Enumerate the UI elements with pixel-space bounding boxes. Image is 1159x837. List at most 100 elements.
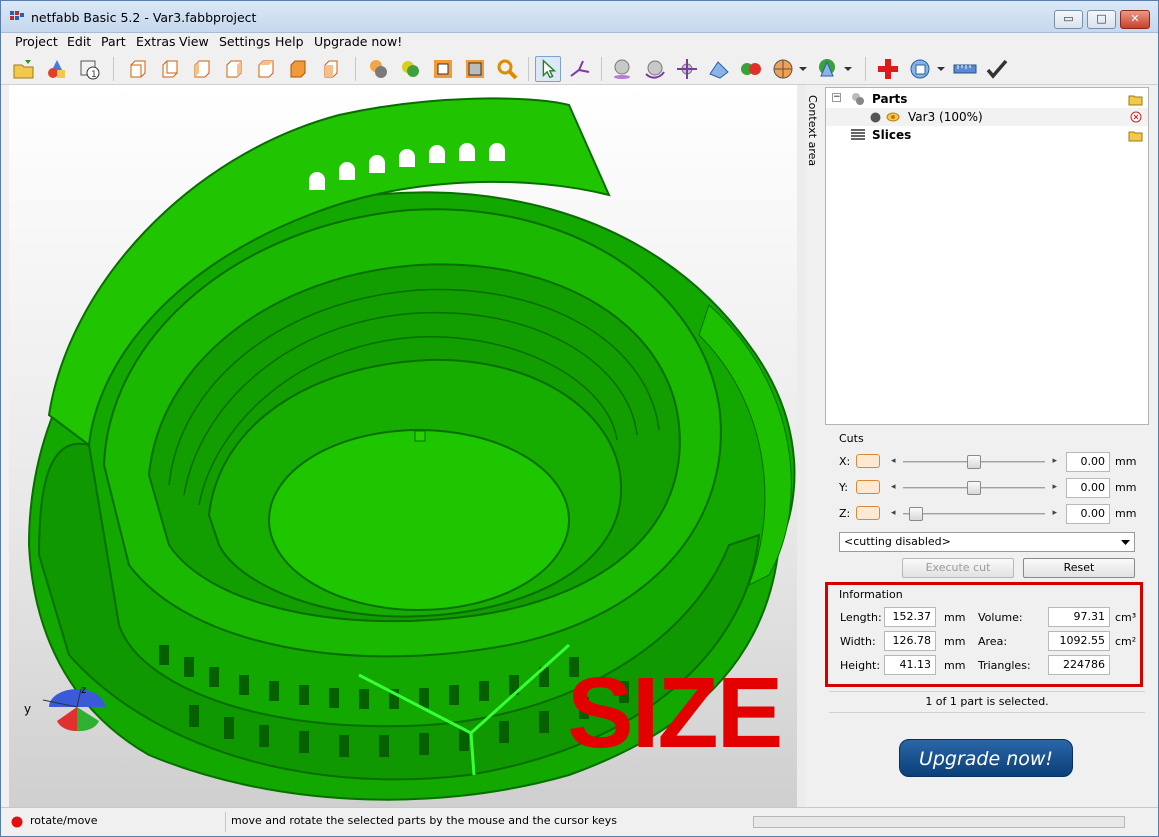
cuts-title: Cuts	[839, 432, 864, 445]
view-front-icon[interactable]	[125, 56, 151, 82]
panel-splitter[interactable]	[797, 85, 806, 807]
slider-right-arrow-icon[interactable]: ▸	[1052, 508, 1057, 518]
axis-y-label: y	[24, 702, 31, 716]
tree-item-part[interactable]: Var3 (100%)	[826, 108, 1148, 126]
ruler-icon[interactable]	[952, 56, 978, 82]
maximize-button[interactable]: □	[1087, 10, 1116, 29]
view-back-icon[interactable]	[157, 56, 183, 82]
view-right-icon[interactable]	[221, 56, 247, 82]
size-overlay-text: SIZE	[567, 657, 783, 769]
view-perspective-icon[interactable]	[317, 56, 343, 82]
shading-icon[interactable]	[366, 56, 392, 82]
merge-part-icon[interactable]	[738, 56, 764, 82]
visibility-eye-icon[interactable]	[886, 111, 900, 123]
status-bar: rotate/move move and rotate the selected…	[1, 807, 1158, 836]
selection-status: 1 of 1 part is selected.	[829, 691, 1145, 713]
menu-view[interactable]: View	[179, 34, 209, 49]
remove-part-icon[interactable]	[1130, 111, 1142, 123]
select-tool-icon[interactable]	[535, 56, 561, 82]
parts-tree: − Parts Var3 (100%) Slices	[825, 87, 1149, 425]
cut-x-slider[interactable]: ◂ ▸	[889, 455, 1059, 469]
slider-thumb[interactable]	[967, 481, 981, 495]
cut-x-label: X:	[839, 455, 851, 468]
cut-x-unit: mm	[1115, 455, 1137, 468]
repair-icon[interactable]	[875, 56, 901, 82]
cut-y-slider[interactable]: ◂ ▸	[889, 481, 1059, 495]
slider-thumb[interactable]	[909, 507, 924, 521]
collapse-toggle[interactable]: −	[832, 93, 841, 102]
chevron-down-icon[interactable]	[936, 65, 946, 73]
title-bar: netfabb Basic 5.2 - Var3.fabbproject ▭ □…	[1, 1, 1158, 33]
slider-left-arrow-icon[interactable]: ◂	[891, 456, 896, 466]
cut-z-input[interactable]: 0.00	[1066, 504, 1110, 524]
sphere-icon[interactable]	[610, 56, 636, 82]
cutting-mode-value: <cutting disabled>	[844, 535, 951, 548]
reset-button[interactable]: Reset	[1023, 558, 1135, 578]
context-area-tab[interactable]: Context area	[803, 91, 825, 171]
project-info-icon[interactable]: 1	[77, 56, 103, 82]
status-hint: move and rotate the selected parts by th…	[225, 812, 745, 832]
cut-y-label: Y:	[839, 481, 848, 494]
cut-z-color[interactable]	[856, 506, 880, 520]
chevron-down-icon[interactable]	[843, 65, 853, 73]
layer-icon[interactable]	[462, 56, 488, 82]
minimize-button[interactable]: ▭	[1054, 10, 1083, 29]
cut-z-slider[interactable]: ◂ ▸	[889, 507, 1059, 521]
slider-right-arrow-icon[interactable]: ▸	[1052, 482, 1057, 492]
tree-item-parts[interactable]: − Parts	[826, 90, 1148, 108]
toolbar-separator	[113, 57, 114, 81]
rotate-part-icon[interactable]	[642, 56, 668, 82]
tree-item-slices[interactable]: Slices	[826, 126, 1148, 144]
view-top-icon[interactable]	[253, 56, 279, 82]
open-folder-icon[interactable]	[1128, 92, 1144, 106]
tree-parts-label: Parts	[872, 92, 908, 106]
texture-icon[interactable]	[398, 56, 424, 82]
upgrade-now-button[interactable]: Upgrade now!	[899, 739, 1073, 777]
zoom-icon[interactable]	[494, 56, 520, 82]
cut-x-input[interactable]: 0.00	[1066, 452, 1110, 472]
slider-left-arrow-icon[interactable]: ◂	[891, 482, 896, 492]
cut-z-label: Z:	[839, 507, 851, 520]
wireframe-icon[interactable]	[430, 56, 456, 82]
boolean-icon[interactable]	[770, 56, 796, 82]
measure-tool-icon[interactable]	[567, 56, 593, 82]
export-icon[interactable]	[907, 56, 933, 82]
open-project-icon[interactable]	[11, 56, 37, 82]
toolbar-separator	[865, 57, 866, 81]
view-left-icon[interactable]	[189, 56, 215, 82]
execute-cut-button[interactable]: Execute cut	[902, 558, 1014, 578]
slider-right-arrow-icon[interactable]: ▸	[1052, 456, 1057, 466]
toolbar-separator	[528, 57, 529, 81]
view-bottom-icon[interactable]	[285, 56, 311, 82]
toolbar-separator	[601, 57, 602, 81]
status-mode: rotate/move	[30, 814, 98, 827]
cut-z-unit: mm	[1115, 507, 1137, 520]
cut-y-input[interactable]: 0.00	[1066, 478, 1110, 498]
menu-help[interactable]: Help	[275, 34, 304, 49]
slider-thumb[interactable]	[967, 455, 981, 469]
slider-left-arrow-icon[interactable]: ◂	[891, 508, 896, 518]
scale-part-icon[interactable]	[706, 56, 732, 82]
menu-extras[interactable]: Extras	[136, 34, 176, 49]
close-window-button[interactable]: ✕	[1120, 10, 1150, 29]
menu-settings[interactable]: Settings	[219, 34, 270, 49]
3d-viewport[interactable]: y z SIZE	[9, 85, 797, 807]
menu-upgrade[interactable]: Upgrade now!	[314, 34, 402, 49]
menu-project[interactable]: Project	[15, 34, 58, 49]
chevron-down-icon	[1121, 540, 1130, 545]
cut-y-color[interactable]	[856, 480, 880, 494]
add-part-icon[interactable]	[44, 56, 70, 82]
cut-x-color[interactable]	[856, 454, 880, 468]
cutting-mode-select[interactable]: <cutting disabled>	[839, 532, 1135, 552]
menu-part[interactable]: Part	[101, 34, 126, 49]
chevron-down-icon[interactable]	[798, 65, 808, 73]
apply-check-icon[interactable]	[984, 56, 1010, 82]
menu-edit[interactable]: Edit	[67, 34, 91, 49]
analysis-icon[interactable]	[814, 56, 840, 82]
cut-y-unit: mm	[1115, 481, 1137, 494]
move-part-icon[interactable]	[674, 56, 700, 82]
toolbar: 1	[1, 51, 1158, 85]
size-highlight-box	[825, 582, 1143, 687]
open-folder-icon[interactable]	[1128, 128, 1144, 142]
window-title: netfabb Basic 5.2 - Var3.fabbproject	[31, 10, 257, 25]
